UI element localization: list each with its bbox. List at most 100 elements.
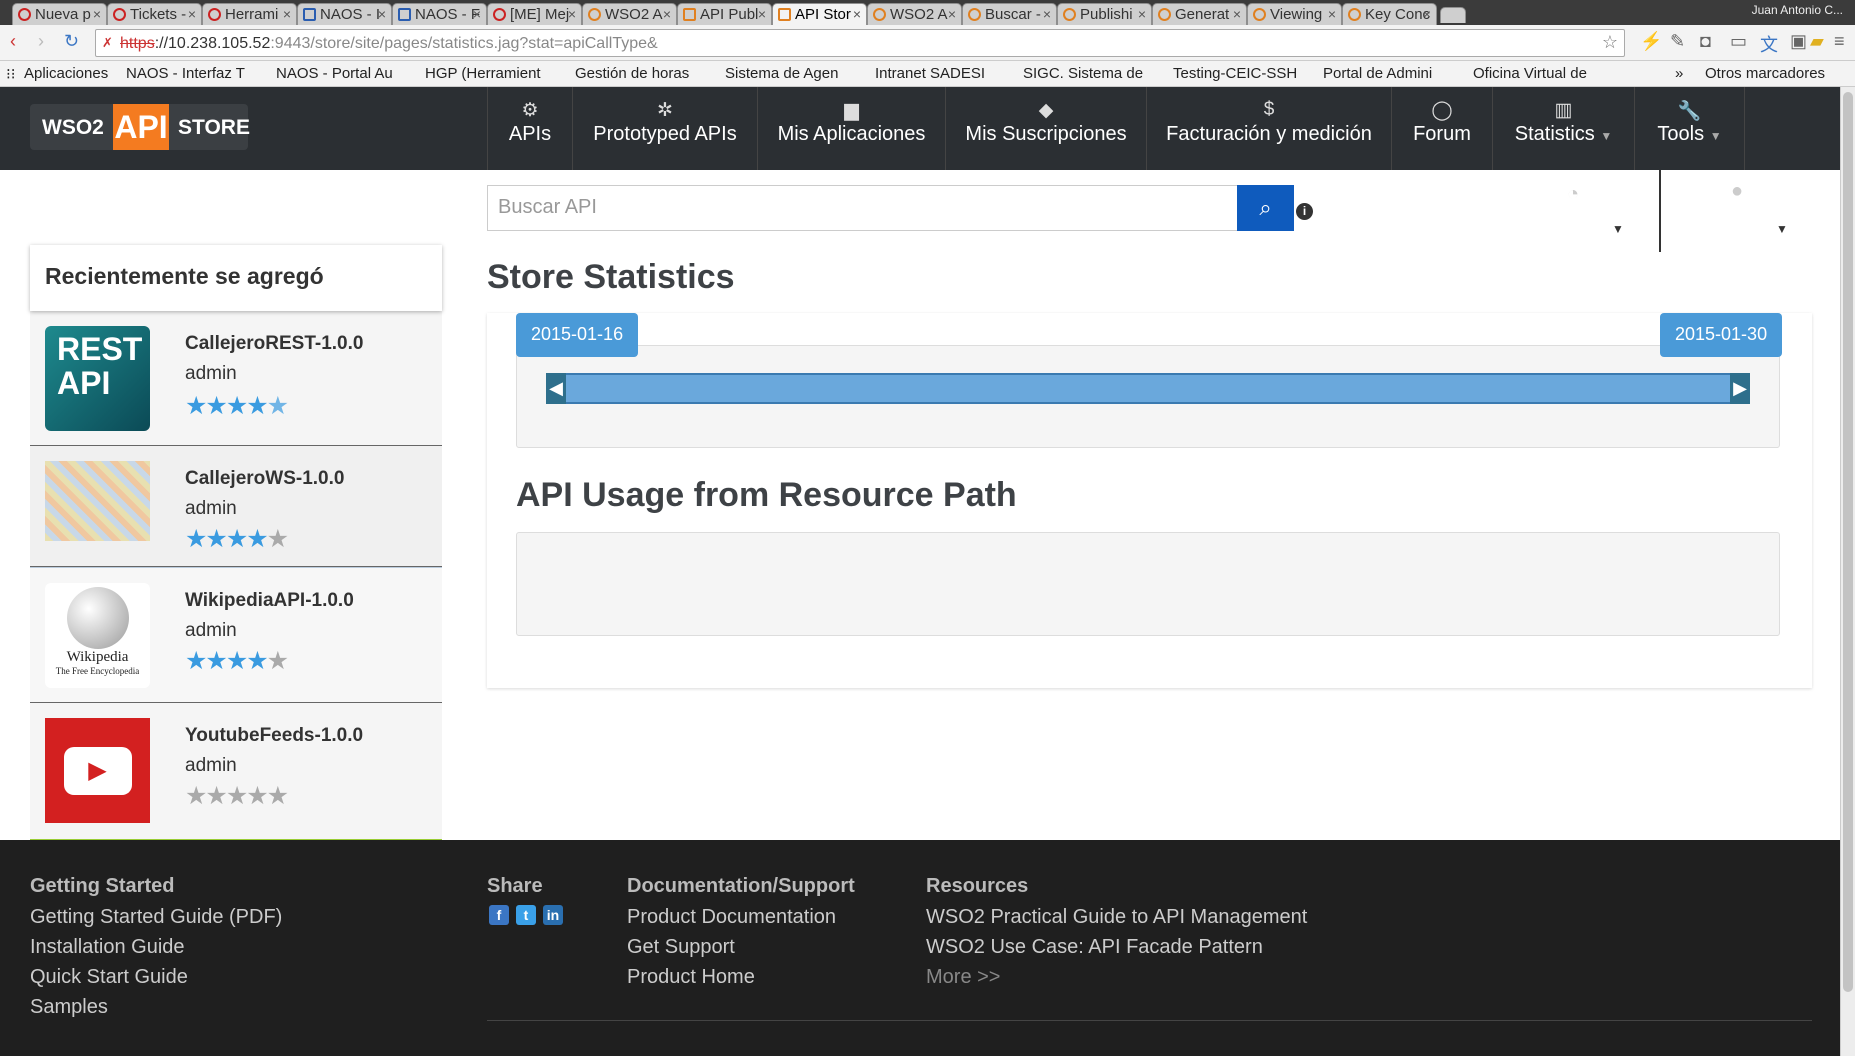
more-resources-link[interactable]: More >>: [926, 966, 1000, 989]
api-name-link[interactable]: WikipediaAPI-1.0.0: [185, 590, 354, 612]
pocket-icon[interactable]: ◘: [1700, 31, 1711, 52]
footer-link[interactable]: Samples: [30, 996, 108, 1019]
list-item[interactable]: CallejeroWS-1.0.0 admin ★★★★★: [30, 446, 442, 567]
close-tab-icon[interactable]: ×: [1138, 6, 1146, 22]
api-name-link[interactable]: CallejeroWS-1.0.0: [185, 468, 344, 490]
close-tab-icon[interactable]: ×: [853, 6, 861, 22]
youtube-thumbnail[interactable]: ▶: [45, 718, 150, 823]
bookmark-item[interactable]: HGP (Herramient: [425, 65, 541, 82]
nav-apis[interactable]: ⚙ APIs: [487, 87, 572, 170]
linkedin-icon[interactable]: in: [543, 905, 563, 925]
browser-tab[interactable]: Herrami ×: [202, 3, 297, 25]
wikipedia-thumbnail[interactable]: Wikipedia The Free Encyclopedia: [45, 583, 150, 688]
url-field[interactable]: ✗ https://10.238.105.52:9443/store/site/…: [95, 29, 1625, 57]
browser-tab[interactable]: Viewing ×: [1247, 3, 1342, 25]
bookmark-item[interactable]: Gestión de horas: [575, 65, 689, 82]
browser-user-name[interactable]: Juan Antonio C...: [1752, 3, 1843, 17]
map-thumbnail[interactable]: [45, 461, 150, 541]
browser-tab-active[interactable]: API Stor ×: [772, 3, 867, 26]
nav-prototyped-apis[interactable]: ✲ Prototyped APIs: [572, 87, 757, 170]
wso2-api-store-logo[interactable]: WSO2 API STORE: [30, 104, 250, 150]
browser-tab[interactable]: Buscar - ×: [962, 3, 1057, 25]
browser-tab[interactable]: Publishi ×: [1057, 3, 1152, 25]
date-range-track[interactable]: [546, 373, 1750, 404]
cast-icon[interactable]: ▣: [1790, 31, 1807, 52]
footer-link[interactable]: WSO2 Use Case: API Facade Pattern: [926, 936, 1263, 959]
browser-tab[interactable]: Tickets - ×: [107, 3, 202, 25]
bookmark-item[interactable]: Aplicaciones: [24, 65, 108, 82]
nav-mis-suscripciones[interactable]: ◆ Mis Suscripciones: [945, 87, 1146, 170]
bookmark-item[interactable]: Portal de Admini: [1323, 65, 1432, 82]
list-item[interactable]: REST API CallejeroREST-1.0.0 admin ★★★★★: [30, 311, 442, 446]
close-tab-icon[interactable]: ×: [378, 6, 386, 22]
menu-icon[interactable]: ≡: [1834, 31, 1845, 52]
bookmark-item[interactable]: NAOS - Portal Au: [276, 65, 393, 82]
back-icon[interactable]: ‹: [10, 31, 16, 52]
bookmark-item[interactable]: Sistema de Agen: [725, 65, 838, 82]
bookmark-item[interactable]: SIGC. Sistema de: [1023, 65, 1143, 82]
caret-down-icon[interactable]: ▼: [1776, 222, 1788, 236]
info-icon[interactable]: i: [1296, 203, 1313, 220]
browser-tab[interactable]: Generat ×: [1152, 3, 1247, 25]
slider-handle-end[interactable]: ▶: [1730, 373, 1750, 404]
close-tab-icon[interactable]: ×: [93, 6, 101, 22]
search-input[interactable]: Buscar API: [487, 185, 1239, 231]
close-tab-icon[interactable]: ×: [948, 6, 956, 22]
new-tab-button[interactable]: [1440, 7, 1466, 23]
other-bookmarks[interactable]: Otros marcadores: [1705, 65, 1825, 82]
slider-handle-start[interactable]: ◀: [546, 373, 566, 404]
caret-down-icon[interactable]: ▼: [1612, 222, 1624, 236]
close-tab-icon[interactable]: ×: [1423, 6, 1431, 22]
apps-icon[interactable]: ⁝⁝: [6, 65, 16, 83]
browser-tab[interactable]: API Publ ×: [677, 3, 772, 25]
bookmark-item[interactable]: Oficina Virtual de: [1473, 65, 1587, 82]
browser-tab[interactable]: Nueva p ×: [12, 3, 107, 25]
search-button[interactable]: ⌕: [1237, 185, 1294, 231]
browser-tab[interactable]: NAOS - I ×: [297, 3, 392, 25]
translate-icon[interactable]: 文: [1760, 31, 1778, 57]
footer-link[interactable]: WSO2 Practical Guide to API Management: [926, 906, 1307, 929]
reload-icon[interactable]: ↻: [64, 31, 79, 52]
list-item[interactable]: ▶ YoutubeFeeds-1.0.0 admin ★★★★★: [30, 703, 442, 840]
footer-link[interactable]: Get Support: [627, 936, 735, 959]
scrollbar-thumb[interactable]: [1843, 92, 1853, 992]
browser-tab[interactable]: WSO2 A ×: [867, 3, 962, 25]
folder-icon[interactable]: ▭: [1730, 31, 1747, 52]
close-tab-icon[interactable]: ×: [663, 6, 671, 22]
page-scrollbar[interactable]: [1840, 87, 1855, 1056]
footer-link[interactable]: Product Home: [627, 966, 755, 989]
nav-statistics[interactable]: ▥ Statistics ▼: [1492, 87, 1634, 170]
footer-link[interactable]: Quick Start Guide: [30, 966, 188, 989]
extension-icon[interactable]: ✎: [1670, 31, 1685, 52]
rest-api-thumbnail[interactable]: REST API: [45, 326, 150, 431]
forward-icon[interactable]: ›: [38, 31, 44, 52]
nav-forum[interactable]: ◯ Forum: [1391, 87, 1492, 170]
footer-link[interactable]: Product Documentation: [627, 906, 836, 929]
close-tab-icon[interactable]: ×: [568, 6, 576, 22]
browser-tab[interactable]: Key Conc ×: [1342, 3, 1437, 25]
browser-tab[interactable]: WSO2 A ×: [582, 3, 677, 25]
close-tab-icon[interactable]: ×: [1043, 6, 1051, 22]
extension-icon[interactable]: ⚡: [1640, 31, 1662, 52]
nav-mis-aplicaciones[interactable]: ▆ Mis Aplicaciones: [757, 87, 945, 170]
bookmark-item[interactable]: NAOS - Interfaz T: [126, 65, 245, 82]
close-tab-icon[interactable]: ×: [473, 6, 481, 22]
note-icon[interactable]: ▰: [1810, 31, 1824, 52]
nav-tools[interactable]: 🔧 Tools ▼: [1634, 87, 1745, 170]
browser-tab[interactable]: [ME] Mej ×: [487, 3, 582, 25]
footer-link[interactable]: Getting Started Guide (PDF): [30, 906, 282, 929]
dashboard-icon[interactable]: ◔: [1567, 183, 1579, 206]
bookmark-item[interactable]: Intranet SADESI: [875, 65, 985, 82]
api-name-link[interactable]: YoutubeFeeds-1.0.0: [185, 725, 363, 747]
bookmark-item[interactable]: Testing-CEIC-SSH: [1173, 65, 1297, 82]
close-tab-icon[interactable]: ×: [188, 6, 196, 22]
twitter-icon[interactable]: t: [516, 905, 536, 925]
facebook-icon[interactable]: f: [489, 905, 509, 925]
bookmark-star-icon[interactable]: ☆: [1602, 32, 1618, 53]
list-item[interactable]: Wikipedia The Free Encyclopedia Wikipedi…: [30, 567, 442, 703]
user-icon[interactable]: ●: [1731, 180, 1743, 203]
bookmarks-overflow-button[interactable]: »: [1675, 65, 1683, 82]
footer-link[interactable]: Installation Guide: [30, 936, 185, 959]
api-name-link[interactable]: CallejeroREST-1.0.0: [185, 333, 363, 355]
close-tab-icon[interactable]: ×: [1328, 6, 1336, 22]
